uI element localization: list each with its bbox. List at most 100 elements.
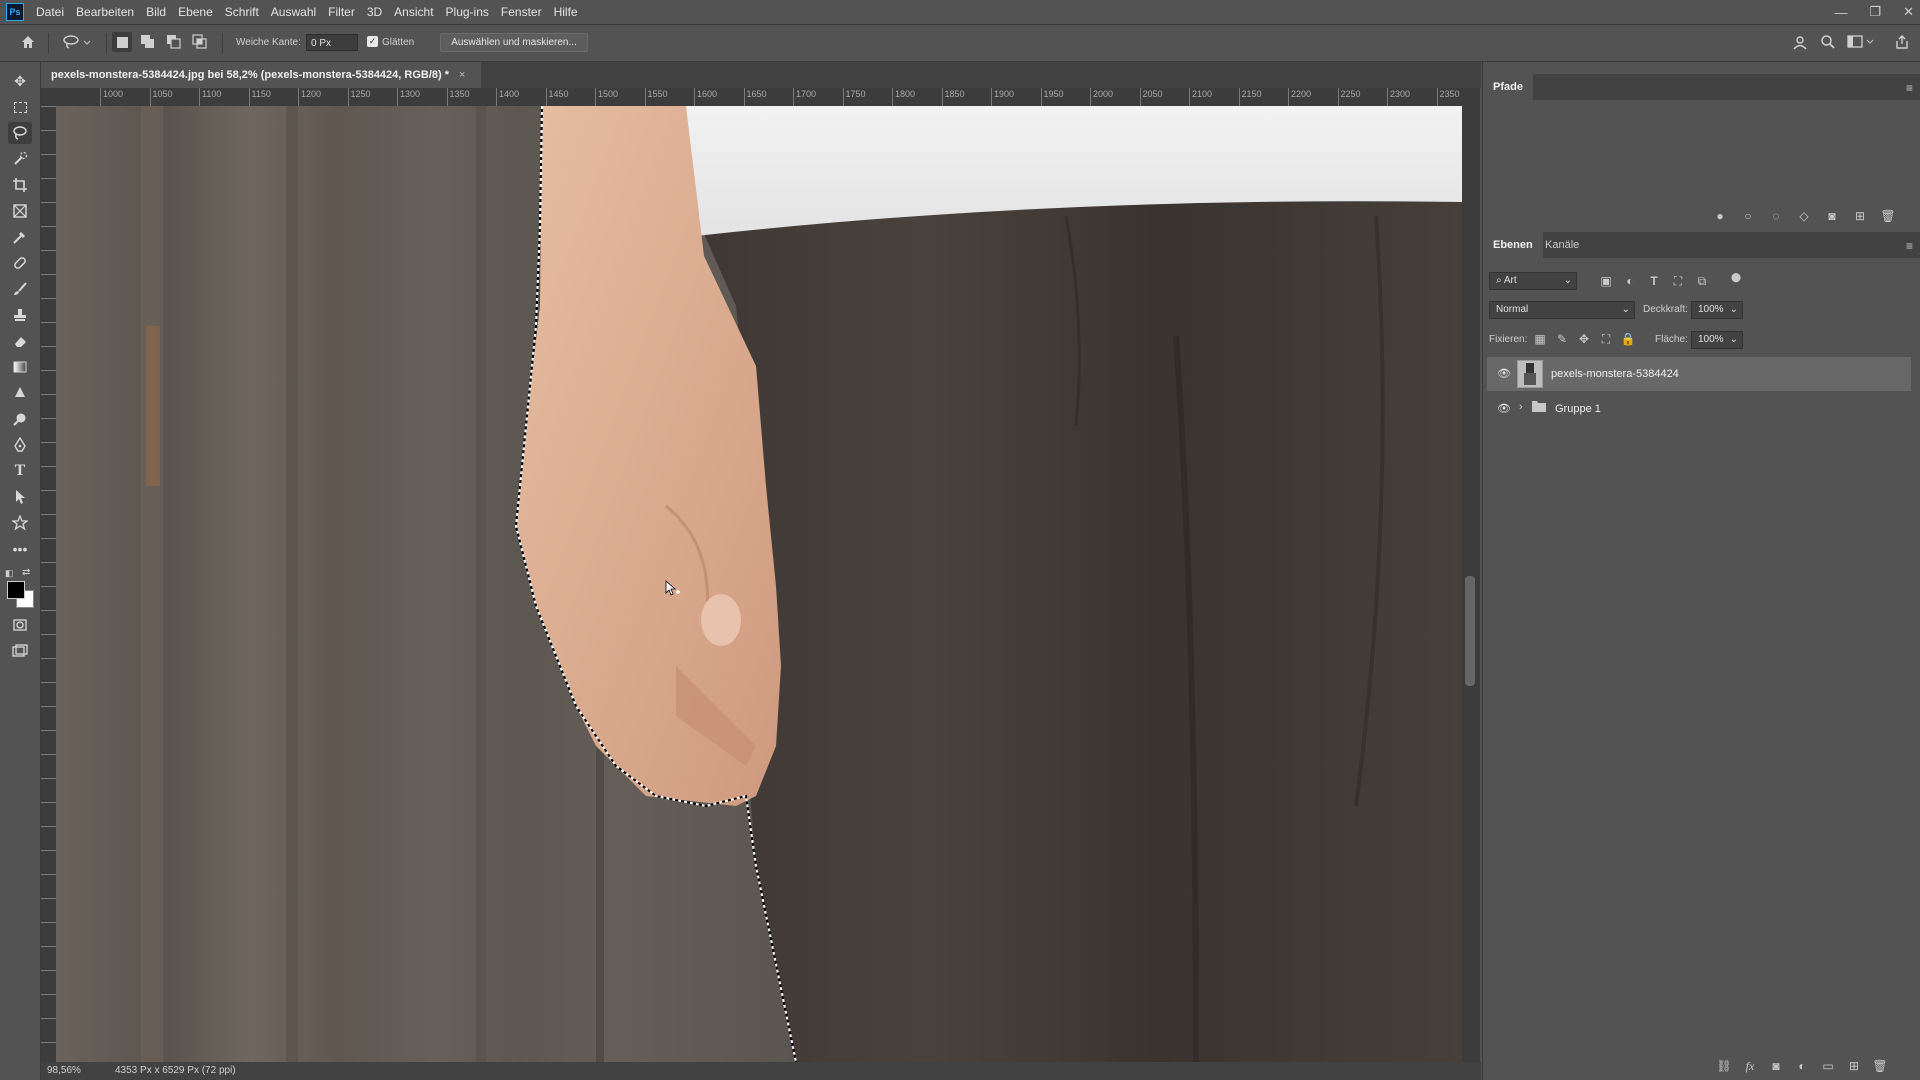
menu-3d[interactable]: 3D	[361, 5, 388, 19]
add-layer-mask-icon[interactable]: ◙	[1767, 1057, 1785, 1075]
crop-tool-icon[interactable]	[8, 174, 32, 196]
delete-layer-icon[interactable]: 🗑	[1871, 1057, 1889, 1075]
fill-path-icon[interactable]: ●	[1711, 207, 1729, 225]
search-icon[interactable]	[1818, 32, 1838, 52]
close-icon[interactable]: ✕	[1903, 4, 1914, 20]
swap-colors-icon[interactable]: ⇄	[22, 567, 30, 578]
default-colors-icon[interactable]: ◧	[5, 568, 14, 579]
new-selection-icon[interactable]	[112, 32, 132, 52]
move-tool-icon[interactable]: ✥	[8, 70, 32, 92]
healing-brush-tool-icon[interactable]	[8, 252, 32, 274]
tab-paths[interactable]: Pfade	[1483, 74, 1533, 100]
quick-mask-icon[interactable]	[8, 614, 32, 636]
filter-type-icon[interactable]: T	[1645, 272, 1663, 290]
load-path-as-selection-icon[interactable]: ◌	[1767, 207, 1785, 225]
layer-style-icon[interactable]: fx	[1741, 1057, 1759, 1075]
pen-tool-icon[interactable]	[8, 434, 32, 456]
lock-all-icon[interactable]: 🔒	[1619, 330, 1637, 348]
filter-toggle-icon[interactable]: ⬤	[1727, 268, 1745, 286]
menu-auswahl[interactable]: Auswahl	[265, 5, 322, 19]
home-icon[interactable]	[18, 32, 38, 52]
chevron-right-icon[interactable]: ›	[1519, 401, 1523, 413]
visibility-eye-icon[interactable]: 👁	[1497, 402, 1511, 416]
dodge-tool-icon[interactable]	[8, 408, 32, 430]
intersect-selection-icon[interactable]	[190, 32, 210, 52]
layer-row[interactable]: 👁 › Gruppe 1	[1487, 392, 1911, 426]
gradient-tool-icon[interactable]	[8, 356, 32, 378]
filter-adjustment-icon[interactable]: ◐	[1621, 272, 1639, 290]
new-layer-icon[interactable]: ⊞	[1845, 1057, 1863, 1075]
eraser-tool-icon[interactable]	[8, 330, 32, 352]
blend-mode-dropdown[interactable]: Normal ⌄	[1489, 301, 1635, 319]
visibility-eye-icon[interactable]: 👁	[1497, 367, 1511, 381]
delete-path-icon[interactable]: 🗑	[1879, 207, 1897, 225]
lock-position-icon[interactable]: ✥	[1575, 330, 1593, 348]
add-mask-icon[interactable]: ◙	[1823, 207, 1841, 225]
stroke-path-icon[interactable]: ○	[1739, 207, 1757, 225]
screen-mode-icon[interactable]	[8, 640, 32, 662]
type-tool-icon[interactable]: T	[8, 460, 32, 482]
new-adjustment-layer-icon[interactable]: ◐	[1793, 1057, 1811, 1075]
opacity-input[interactable]: 100% ⌄	[1691, 301, 1743, 319]
filter-shape-icon[interactable]: ⛶	[1669, 272, 1687, 290]
document-tab[interactable]: pexels-monstera-5384424.jpg bei 58,2% (p…	[41, 62, 481, 88]
lasso-preset-icon[interactable]	[60, 32, 94, 52]
menu-ebene[interactable]: Ebene	[172, 5, 219, 19]
layer-filter-kind[interactable]: ⌕ Art ⌄	[1489, 272, 1577, 290]
marquee-tool-icon[interactable]	[8, 96, 32, 118]
menu-bild[interactable]: Bild	[140, 5, 172, 19]
vertical-ruler[interactable]	[41, 106, 57, 1062]
add-to-selection-icon[interactable]	[138, 32, 158, 52]
tab-layers[interactable]: Ebenen	[1483, 232, 1543, 258]
lasso-tool-icon[interactable]	[8, 122, 32, 144]
soft-edge-input[interactable]: 0 Px	[306, 34, 358, 51]
antialias-checkbox[interactable]: ✓	[367, 36, 378, 47]
layer-row[interactable]: 👁 pexels-monstera-5384424	[1487, 357, 1911, 391]
minimize-icon[interactable]: —	[1834, 5, 1847, 20]
eyedropper-tool-icon[interactable]	[8, 226, 32, 248]
lock-artboard-icon[interactable]: ⛶	[1597, 330, 1615, 348]
lock-image-icon[interactable]: ✎	[1553, 330, 1571, 348]
select-and-mask-button[interactable]: Auswählen und maskieren...	[440, 33, 588, 52]
workspace-switcher-icon[interactable]	[1846, 32, 1876, 52]
menu-schrift[interactable]: Schrift	[219, 5, 265, 19]
share-icon[interactable]	[1892, 32, 1912, 52]
new-path-icon[interactable]: ⊞	[1851, 207, 1869, 225]
menu-plugins[interactable]: Plug-ins	[440, 5, 495, 19]
menu-datei[interactable]: Datei	[30, 5, 70, 19]
vertical-scroll-thumb[interactable]	[1465, 576, 1475, 686]
vertical-scrollbar[interactable]	[1462, 106, 1480, 1062]
fill-input[interactable]: 100% ⌄	[1691, 331, 1743, 349]
account-icon[interactable]	[1790, 32, 1810, 52]
filter-pixel-icon[interactable]: ▣	[1597, 272, 1615, 290]
menu-filter[interactable]: Filter	[322, 5, 361, 19]
brush-tool-icon[interactable]	[8, 278, 32, 300]
subtract-from-selection-icon[interactable]	[164, 32, 184, 52]
filter-smart-object-icon[interactable]: ⧉	[1693, 272, 1711, 290]
restore-icon[interactable]: ❐	[1869, 4, 1881, 20]
tab-channels[interactable]: Kanäle	[1535, 232, 1589, 258]
menu-ansicht[interactable]: Ansicht	[388, 5, 439, 19]
shape-tool-icon[interactable]	[8, 512, 32, 534]
document-canvas[interactable]	[56, 106, 1462, 1062]
panel-menu-icon[interactable]: ≡	[1906, 239, 1913, 253]
blur-tool-icon[interactable]	[8, 382, 32, 404]
ruler-origin[interactable]	[41, 88, 56, 106]
zoom-level[interactable]: 98,56%	[47, 1065, 81, 1076]
frame-tool-icon[interactable]	[8, 200, 32, 222]
more-tools-icon[interactable]: •••	[8, 538, 32, 560]
lock-transparent-icon[interactable]: ▦	[1531, 330, 1549, 348]
stamp-tool-icon[interactable]	[8, 304, 32, 326]
make-work-path-icon[interactable]: ◇	[1795, 207, 1813, 225]
path-selection-tool-icon[interactable]	[8, 486, 32, 508]
close-document-icon[interactable]: ×	[459, 69, 465, 81]
menu-hilfe[interactable]: Hilfe	[548, 5, 584, 19]
panel-menu-icon[interactable]: ≡	[1906, 81, 1913, 95]
link-layers-icon[interactable]: ⛓	[1715, 1057, 1733, 1075]
new-group-icon[interactable]: ▭	[1819, 1057, 1837, 1075]
menu-fenster[interactable]: Fenster	[495, 5, 548, 19]
menu-bearbeiten[interactable]: Bearbeiten	[70, 5, 140, 19]
foreground-color-swatch[interactable]	[7, 581, 25, 599]
horizontal-ruler[interactable]: 1000 1050 1100 1150 1200 1250 1300 1350 1400 1450…	[56, 88, 1480, 107]
quick-selection-tool-icon[interactable]	[8, 148, 32, 170]
